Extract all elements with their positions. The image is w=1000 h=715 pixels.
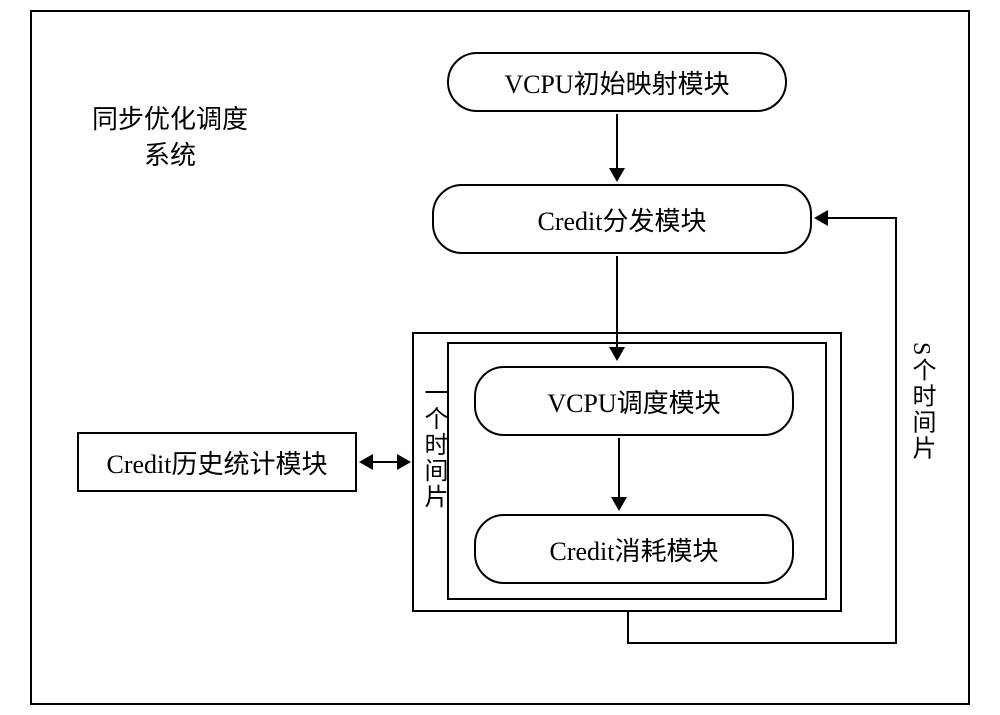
arrow-bidir bbox=[372, 461, 398, 463]
title-line1: 同步优化调度 bbox=[92, 102, 248, 138]
arrowhead-icon bbox=[609, 168, 625, 182]
box-credit-history-label: Credit历史统计模块 bbox=[107, 444, 328, 481]
box-vcpu-init-label: VCPU初始映射模块 bbox=[504, 64, 729, 101]
loop-bottom bbox=[627, 642, 897, 644]
label-one-slice: 一个时间片 bbox=[416, 380, 451, 510]
arrow-sched-to-consume bbox=[618, 438, 620, 498]
box-credit-consume-label: Credit消耗模块 bbox=[550, 531, 719, 568]
title-line2: 系统 bbox=[92, 138, 248, 174]
label-s-slices: S个时间片 bbox=[904, 342, 939, 461]
box-vcpu-init: VCPU初始映射模块 bbox=[447, 52, 787, 112]
inner-group: VCPU调度模块 Credit消耗模块 bbox=[447, 342, 827, 600]
box-credit-history: Credit历史统计模块 bbox=[77, 432, 357, 492]
system-title: 同步优化调度 系统 bbox=[92, 102, 248, 175]
arrowhead-left-icon bbox=[359, 454, 373, 470]
loop-arrowhead-icon bbox=[814, 210, 828, 226]
box-vcpu-sched-label: VCPU调度模块 bbox=[547, 383, 720, 420]
box-credit-dist: Credit分发模块 bbox=[432, 184, 812, 254]
box-credit-consume: Credit消耗模块 bbox=[474, 514, 794, 584]
outer-frame: 同步优化调度 系统 VCPU初始映射模块 Credit分发模块 VCPU调度模块… bbox=[30, 10, 970, 705]
loop-top bbox=[827, 217, 897, 219]
loop-drop bbox=[627, 612, 629, 642]
box-credit-dist-label: Credit分发模块 bbox=[538, 201, 707, 238]
arrow-init-to-dist bbox=[616, 114, 618, 169]
loop-right bbox=[895, 217, 897, 644]
arrowhead-right-icon bbox=[397, 454, 411, 470]
arrowhead-icon bbox=[611, 497, 627, 511]
box-vcpu-sched: VCPU调度模块 bbox=[474, 366, 794, 436]
